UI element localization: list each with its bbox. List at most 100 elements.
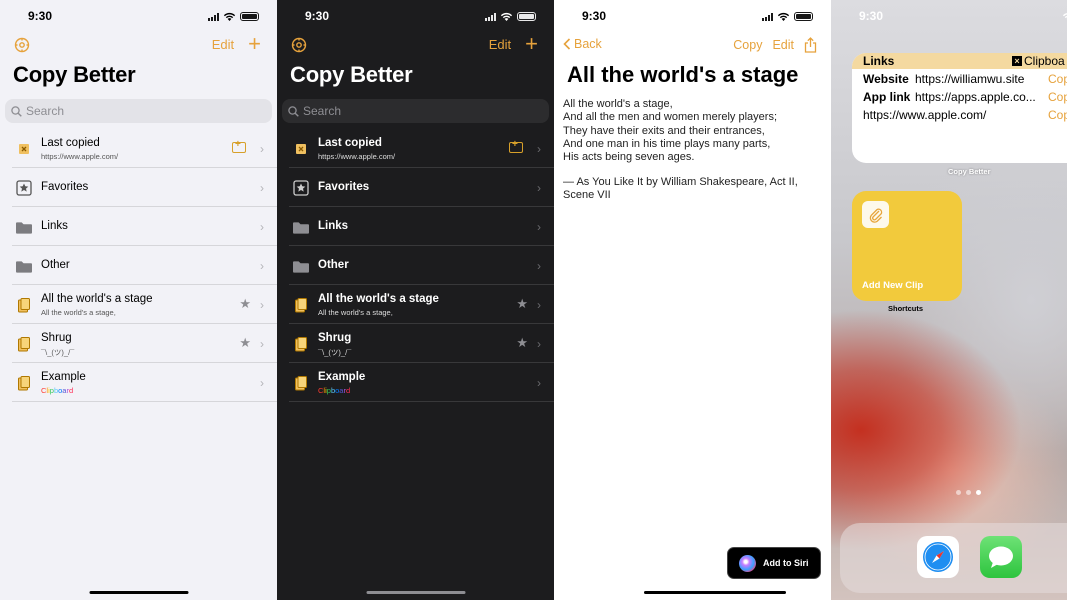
plus-icon[interactable]: +	[525, 33, 538, 55]
list-item-favorites[interactable]: Favorites ›	[277, 168, 554, 207]
signal-icon	[485, 12, 496, 21]
copy-button[interactable]: Copy	[733, 38, 762, 52]
widget-copy-button[interactable]: Cop	[1048, 108, 1067, 122]
list-item-last-copied[interactable]: Last copied https://www.apple.com/ ›	[277, 129, 554, 168]
plus-icon[interactable]: +	[248, 33, 261, 55]
search-icon	[11, 105, 22, 117]
search-placeholder: Search	[26, 104, 65, 118]
widget-row[interactable]: App link https://apps.apple.co... Cop	[852, 87, 1067, 105]
share-icon[interactable]	[804, 37, 817, 53]
star-icon[interactable]: ★	[239, 335, 251, 351]
add-clip-icon[interactable]	[232, 139, 246, 153]
item-title: Other	[41, 259, 70, 271]
page-title: All the world's a stage	[567, 62, 799, 87]
folder-icon	[16, 219, 32, 235]
chevron-right-icon: ›	[260, 220, 264, 234]
copy-better-widget[interactable]: Links × Clipboa Website https://williamwu…	[852, 53, 1067, 163]
status-indicators	[208, 12, 259, 21]
widget-row-key: Website	[863, 72, 909, 86]
search-icon	[288, 105, 299, 117]
list-item-stage[interactable]: All the world's a stage All the world's a…	[277, 285, 554, 324]
folder-icon	[293, 258, 309, 274]
widget-caption: Copy Better	[948, 167, 991, 176]
edit-button[interactable]: Edit	[772, 38, 794, 52]
chevron-right-icon: ›	[260, 337, 264, 351]
search-input[interactable]: Search	[282, 99, 549, 123]
item-subtitle: ¯\_(ツ)_/¯	[41, 348, 75, 357]
list-item-other[interactable]: Other ›	[0, 246, 277, 285]
add-to-siri-label: Add to Siri	[763, 558, 809, 568]
folder-icon	[293, 219, 309, 235]
wifi-icon	[777, 12, 790, 21]
folder-icon	[16, 258, 32, 274]
item-title: Favorites	[318, 181, 370, 193]
back-button[interactable]: Back	[563, 37, 602, 51]
list-item-shrug[interactable]: Shrug ¯\_(ツ)_/¯ ★ ›	[0, 324, 277, 363]
widget-copy-button[interactable]: Cop	[1048, 90, 1067, 104]
star-icon[interactable]: ★	[239, 296, 251, 312]
list-item-other[interactable]: Other ›	[277, 246, 554, 285]
item-subtitle: ¯\_(ツ)_/¯	[318, 348, 352, 357]
widget-copy-button[interactable]: Cop	[1048, 72, 1067, 86]
home-indicator	[644, 591, 786, 594]
chevron-right-icon: ›	[260, 142, 264, 156]
chevron-right-icon: ›	[260, 298, 264, 312]
safari-icon[interactable]	[917, 536, 959, 578]
item-title: Last copied	[41, 137, 100, 149]
chevron-right-icon: ›	[537, 337, 541, 351]
page-dots[interactable]	[956, 490, 981, 495]
signal-icon	[762, 12, 773, 21]
clip-list: Last copied https://www.apple.com/ › Favo…	[277, 129, 554, 402]
add-new-clip-shortcut[interactable]: Add New Clip	[852, 191, 962, 301]
battery-icon	[240, 12, 259, 21]
add-clip-icon[interactable]	[509, 139, 523, 153]
chevron-right-icon: ›	[537, 220, 541, 234]
star-icon[interactable]: ★	[516, 296, 528, 312]
item-title: Shrug	[318, 332, 352, 344]
status-bar: 9:30	[277, 8, 554, 24]
widget-row-value: https://apps.apple.co...	[915, 90, 1036, 104]
list-item-links[interactable]: Links ›	[277, 207, 554, 246]
gear-icon[interactable]	[291, 37, 307, 53]
home-screen: 9:30 Links × Clipboa Website https://will…	[831, 0, 1067, 600]
widget-row[interactable]: https://www.apple.com/ Cop	[852, 105, 1067, 123]
list-item-last-copied[interactable]: Last copied https://www.apple.com/ ›	[0, 129, 277, 168]
widget-header: Links	[863, 54, 895, 68]
list-item-favorites[interactable]: Favorites ›	[0, 168, 277, 207]
item-title: All the world's a stage	[41, 293, 153, 305]
star-square-icon	[16, 180, 32, 196]
widget-row[interactable]: Website https://williamwu.site Cop	[852, 69, 1067, 87]
item-title: Example	[318, 371, 366, 383]
item-title: Example	[41, 371, 86, 383]
clip-doc-icon	[16, 297, 32, 313]
list-item-shrug[interactable]: Shrug ¯\_(ツ)_/¯ ★ ›	[277, 324, 554, 363]
list-screen-dark: 9:30 Edit + Copy Better Search Last copi…	[277, 0, 554, 600]
add-to-siri-button[interactable]: Add to Siri	[727, 547, 821, 579]
edit-button[interactable]: Edit	[212, 37, 234, 52]
item-subtitle: Clipboard	[318, 386, 351, 395]
list-item-example[interactable]: Example Clipboard ›	[277, 363, 554, 402]
siri-icon	[739, 554, 756, 572]
item-subtitle: https://www.apple.com/	[41, 152, 119, 161]
item-title: Other	[318, 259, 349, 271]
dock	[840, 523, 1067, 593]
chevron-right-icon: ›	[537, 181, 541, 195]
messages-icon[interactable]	[980, 536, 1022, 578]
chevron-left-icon	[563, 38, 571, 50]
list-item-stage[interactable]: All the world's a stage All the world's a…	[0, 285, 277, 324]
item-subtitle: All the world's a stage,	[41, 308, 116, 317]
battery-icon	[794, 12, 813, 21]
widget-row-value: https://williamwu.site	[915, 72, 1025, 86]
edit-button[interactable]: Edit	[489, 37, 511, 52]
star-icon[interactable]: ★	[516, 335, 528, 351]
home-indicator	[89, 591, 188, 594]
gear-icon[interactable]	[14, 37, 30, 53]
wifi-icon	[1062, 13, 1067, 20]
search-input[interactable]: Search	[5, 99, 272, 123]
list-item-example[interactable]: Example Clipboard ›	[0, 363, 277, 402]
shortcut-label: Add New Clip	[862, 280, 924, 291]
status-time: 9:30	[305, 9, 330, 23]
list-item-links[interactable]: Links ›	[0, 207, 277, 246]
star-square-icon	[293, 180, 309, 196]
page-title: Copy Better	[13, 62, 136, 87]
